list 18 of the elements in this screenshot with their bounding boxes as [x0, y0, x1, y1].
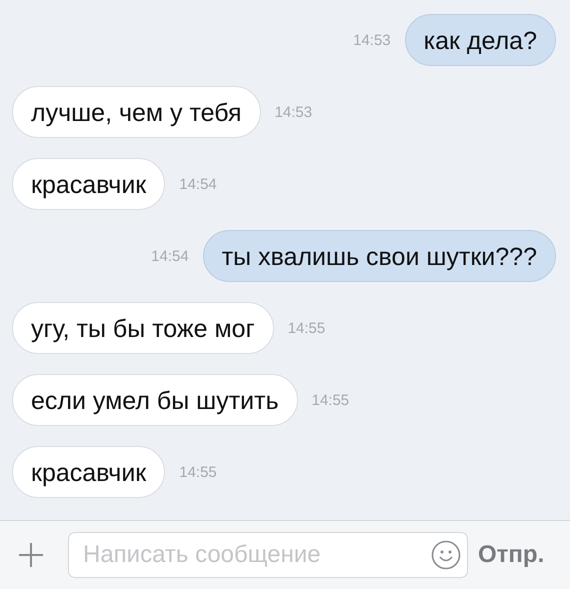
message-input-field[interactable]: Написать сообщение	[68, 532, 468, 578]
received-message-bubble: если умел бы шутить	[12, 374, 298, 426]
received-message-bubble: красавчик	[12, 446, 166, 498]
message-time: 14:55	[179, 464, 217, 480]
message-time: 14:54	[151, 248, 189, 264]
message-time: 14:55	[288, 320, 326, 336]
message-time: 14:53	[274, 104, 312, 120]
received-message-bubble: угу, ты бы тоже мог	[12, 302, 274, 354]
received-message-bubble: красавчик	[12, 158, 166, 210]
message-time: 14:54	[179, 176, 217, 192]
message-time: 14:55	[312, 392, 350, 408]
send-button[interactable]: Отпр.	[478, 541, 544, 569]
received-message-bubble: лучше, чем у тебя	[12, 86, 261, 138]
sent-message-bubble: как дела?	[404, 14, 556, 66]
message-time: 14:53	[353, 32, 391, 48]
plus-icon[interactable]	[18, 542, 44, 568]
sent-message-bubble: ты хвалишь свои шутки???	[202, 230, 556, 282]
smiley-icon[interactable]	[431, 540, 461, 570]
